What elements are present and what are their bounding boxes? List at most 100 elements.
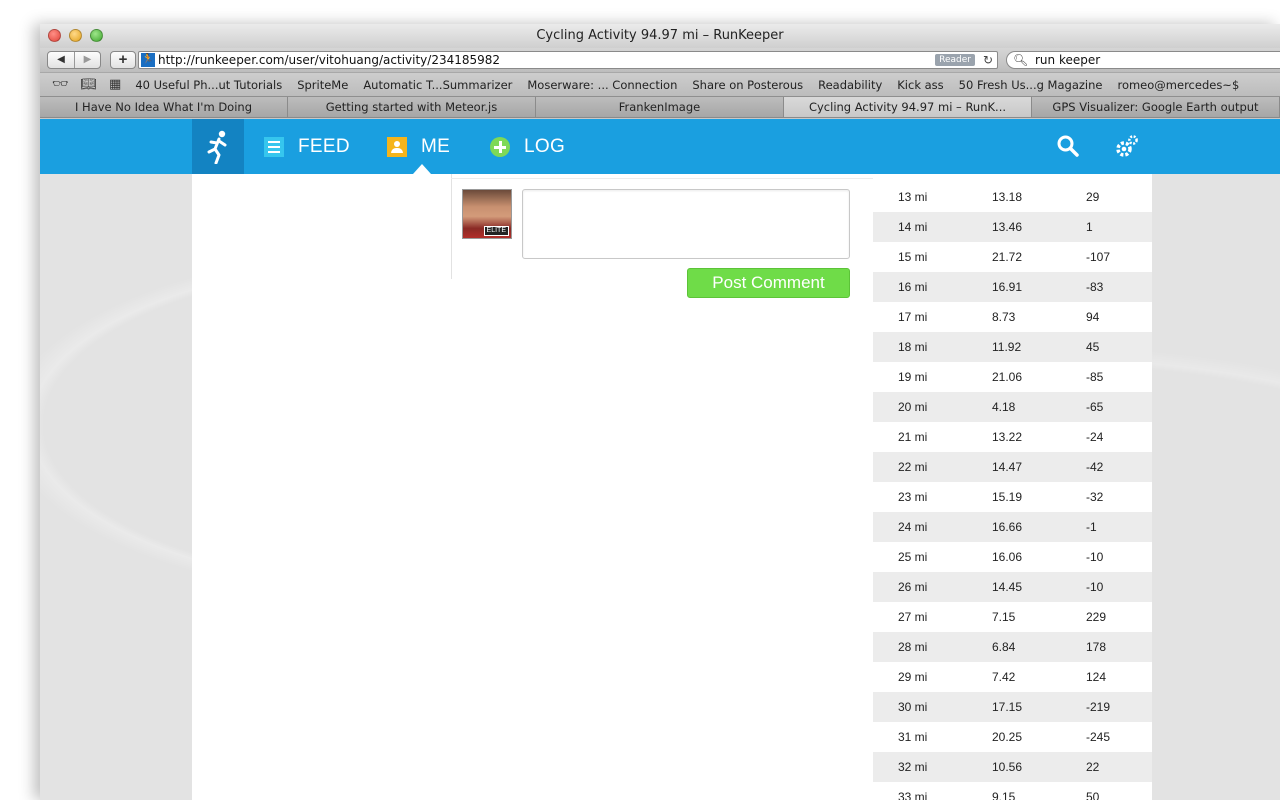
split-elevation: -83 bbox=[1086, 280, 1104, 294]
split-distance: 30 mi bbox=[898, 700, 928, 714]
bookmark-item[interactable]: 50 Fresh Us...g Magazine bbox=[959, 78, 1103, 92]
split-distance: 33 mi bbox=[898, 790, 928, 800]
split-pace: 6.84 bbox=[992, 640, 1016, 654]
split-elevation: -10 bbox=[1086, 580, 1104, 594]
address-bar[interactable]: 🏃 http://runkeeper.com/user/vitohuang/ac… bbox=[138, 51, 998, 69]
split-pace: 16.06 bbox=[992, 550, 1023, 564]
bookmarks-book-icon[interactable]: 📖︎ bbox=[81, 77, 98, 92]
split-pace: 14.45 bbox=[992, 580, 1023, 594]
reload-icon[interactable]: ↻ bbox=[983, 52, 993, 68]
site-favicon-icon: 🏃 bbox=[141, 53, 155, 67]
add-activity-icon bbox=[490, 136, 510, 157]
split-elevation: 1 bbox=[1086, 220, 1093, 234]
search-field[interactable]: 🔍︎ run keeper bbox=[1006, 51, 1280, 69]
split-pace: 20.25 bbox=[992, 730, 1023, 744]
bookmark-item[interactable]: Automatic T...Summarizer bbox=[363, 78, 512, 92]
split-distance: 17 mi bbox=[898, 310, 928, 324]
split-row: 18 mi 11.92 45 bbox=[873, 332, 1152, 362]
split-pace: 4.18 bbox=[992, 400, 1016, 414]
split-row: 33 mi 9.15 50 bbox=[873, 782, 1152, 800]
bookmark-item[interactable]: Share on Posterous bbox=[692, 78, 803, 92]
split-distance: 16 mi bbox=[898, 280, 928, 294]
split-pace: 9.15 bbox=[992, 790, 1016, 800]
runner-icon bbox=[207, 130, 227, 164]
split-row: 19 mi 21.06 -85 bbox=[873, 362, 1152, 392]
user-avatar[interactable]: ELITE bbox=[462, 189, 512, 239]
tab[interactable]: FrankenImage bbox=[536, 97, 784, 117]
tab[interactable]: Getting started with Meteor.js bbox=[288, 97, 536, 117]
split-pace: 21.06 bbox=[992, 370, 1023, 384]
bookmark-item[interactable]: Readability bbox=[818, 78, 882, 92]
bookmarks-bar: 👓︎ 📖︎ ▦ 40 Useful Ph...ut Tutorials Spri… bbox=[40, 72, 1280, 96]
profile-icon bbox=[387, 136, 407, 157]
forward-button[interactable]: ▶ bbox=[74, 52, 100, 68]
split-row: 20 mi 4.18 -65 bbox=[873, 392, 1152, 422]
split-row: 21 mi 13.22 -24 bbox=[873, 422, 1152, 452]
top-sites-grid-icon[interactable]: ▦ bbox=[109, 77, 121, 92]
back-button[interactable]: ◀ bbox=[48, 52, 74, 68]
runkeeper-logo[interactable] bbox=[192, 119, 244, 174]
active-nav-caret bbox=[413, 164, 431, 174]
split-row: 31 mi 20.25 -245 bbox=[873, 722, 1152, 752]
title-bar: Cycling Activity 94.97 mi – RunKeeper bbox=[40, 24, 1280, 48]
tab[interactable]: GPS Visualizer: Google Earth output bbox=[1032, 97, 1280, 117]
split-pace: 13.22 bbox=[992, 430, 1023, 444]
split-distance: 20 mi bbox=[898, 400, 928, 414]
split-elevation: -42 bbox=[1086, 460, 1104, 474]
split-row: 16 mi 16.91 -83 bbox=[873, 272, 1152, 302]
nav-log[interactable]: LOG bbox=[490, 119, 565, 174]
split-elevation: 124 bbox=[1086, 670, 1107, 684]
split-elevation: 29 bbox=[1086, 190, 1100, 204]
nav-log-label: LOG bbox=[524, 135, 566, 157]
bookmark-item[interactable]: 40 Useful Ph...ut Tutorials bbox=[135, 78, 282, 92]
tab[interactable]: I Have No Idea What I'm Doing bbox=[40, 97, 288, 117]
bookmark-item[interactable]: SpriteMe bbox=[297, 78, 348, 92]
minimize-window-button[interactable] bbox=[69, 29, 82, 42]
split-pace: 16.66 bbox=[992, 520, 1023, 534]
split-row: 28 mi 6.84 178 bbox=[873, 632, 1152, 662]
bookmark-item[interactable]: Moserware: ... Connection bbox=[527, 78, 677, 92]
split-row: 13 mi 13.18 29 bbox=[873, 182, 1152, 212]
add-bookmark-button[interactable]: + bbox=[110, 51, 136, 69]
comment-input[interactable] bbox=[522, 189, 850, 259]
nav-feed-label: FEED bbox=[298, 135, 350, 157]
nav-feed[interactable]: FEED bbox=[264, 119, 350, 174]
settings-gear-icon[interactable] bbox=[1114, 134, 1140, 165]
split-elevation: -1 bbox=[1086, 520, 1097, 534]
split-row: 14 mi 13.46 1 bbox=[873, 212, 1152, 242]
split-elevation: -219 bbox=[1086, 700, 1111, 714]
bookmark-tools: 👓︎ 📖︎ ▦ bbox=[52, 77, 121, 92]
post-comment-button[interactable]: Post Comment bbox=[687, 268, 850, 298]
split-distance: 28 mi bbox=[898, 640, 928, 654]
split-distance: 31 mi bbox=[898, 730, 928, 744]
split-distance: 27 mi bbox=[898, 610, 928, 624]
split-pace: 15.19 bbox=[992, 490, 1023, 504]
split-row: 22 mi 14.47 -42 bbox=[873, 452, 1152, 482]
split-distance: 25 mi bbox=[898, 550, 928, 564]
nav-me-label: ME bbox=[421, 135, 451, 157]
site-header: FEED ME LOG bbox=[40, 119, 1280, 174]
window-controls bbox=[48, 29, 103, 42]
close-window-button[interactable] bbox=[48, 29, 61, 42]
tab-active[interactable]: Cycling Activity 94.97 mi – RunK... bbox=[784, 97, 1032, 117]
split-pace: 7.15 bbox=[992, 610, 1016, 624]
bookmark-item[interactable]: romeo@mercedes~$ bbox=[1117, 78, 1239, 92]
split-elevation: -107 bbox=[1086, 250, 1111, 264]
search-icon[interactable] bbox=[1056, 134, 1080, 163]
split-pace: 11.92 bbox=[992, 340, 1022, 354]
split-row: 24 mi 16.66 -1 bbox=[873, 512, 1152, 542]
feed-icon bbox=[264, 136, 284, 157]
window-title: Cycling Activity 94.97 mi – RunKeeper bbox=[536, 28, 784, 43]
split-pace: 13.18 bbox=[992, 190, 1023, 204]
split-distance: 21 mi bbox=[898, 430, 928, 444]
reading-list-icon[interactable]: 👓︎ bbox=[52, 77, 69, 92]
split-row: 27 mi 7.15 229 bbox=[873, 602, 1152, 632]
split-distance: 19 mi bbox=[898, 370, 928, 384]
reader-button[interactable]: Reader bbox=[935, 54, 975, 66]
zoom-window-button[interactable] bbox=[90, 29, 103, 42]
bookmark-item[interactable]: Kick ass bbox=[897, 78, 943, 92]
search-value: run keeper bbox=[1035, 53, 1101, 67]
split-distance: 24 mi bbox=[898, 520, 928, 534]
split-row: 17 mi 8.73 94 bbox=[873, 302, 1152, 332]
split-pace: 17.15 bbox=[992, 700, 1023, 714]
